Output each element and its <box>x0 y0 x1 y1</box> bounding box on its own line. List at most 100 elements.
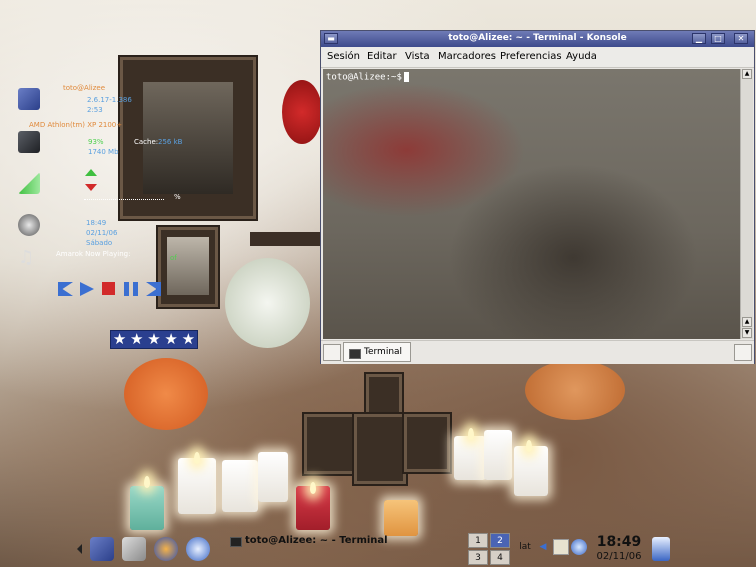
trash-icon[interactable] <box>652 537 670 561</box>
clipboard-icon[interactable] <box>553 539 569 555</box>
menubar: Sesión Editar Vista Marcadores Preferenc… <box>321 47 754 68</box>
pause-icon[interactable] <box>124 282 138 296</box>
sysmon-clock-date: 02/11/06 <box>86 229 118 237</box>
scroll-up-arrow-icon[interactable]: ▲ <box>742 317 752 327</box>
candle <box>484 430 512 480</box>
panel-hide-arrow-icon[interactable] <box>77 544 82 554</box>
flame <box>468 428 474 440</box>
window-titlebar[interactable]: ▬ toto@Alizee: ~ - Terminal - Konsole ▁ … <box>321 31 754 47</box>
menu-editar[interactable]: Editar <box>367 51 397 62</box>
terminal-prompt: toto@Alizee:~$ <box>326 72 409 83</box>
flame <box>526 440 532 452</box>
sysmon-net-percent: % <box>174 193 181 201</box>
sysmon-kernel: 2.6.17-1.386 <box>87 96 132 104</box>
browser-icon[interactable] <box>154 537 178 561</box>
music-note-icon: ♫ <box>18 247 35 268</box>
candle <box>514 446 548 496</box>
terminal-area[interactable]: toto@Alizee:~$ <box>323 69 740 339</box>
flower-white <box>225 258 310 348</box>
candle <box>222 460 258 512</box>
taskbar-button-terminal[interactable]: toto@Alizee: ~ - Terminal <box>218 531 388 551</box>
menu-ayuda[interactable]: Ayuda <box>566 51 597 62</box>
close-tab-button[interactable] <box>734 344 752 361</box>
maximize-button[interactable]: □ <box>711 33 725 44</box>
keyboard-layout-indicator[interactable]: lat <box>517 539 533 555</box>
terminal-icon <box>349 349 361 359</box>
clock-time: 18:49 <box>596 534 642 550</box>
download-arrow-icon <box>85 184 97 191</box>
sysmon-cpu-model: AMD Athlon(tm) XP 2100+ <box>29 121 123 129</box>
stop-icon[interactable] <box>102 282 115 295</box>
altar-photo-2 <box>304 414 356 474</box>
menu-vista[interactable]: Vista <box>405 51 430 62</box>
star-icon[interactable]: ★ <box>113 332 126 347</box>
star-icon[interactable]: ★ <box>164 332 177 347</box>
new-tab-button[interactable] <box>323 344 341 361</box>
tab-terminal[interactable]: Terminal <box>343 342 411 362</box>
scroll-up-arrow-icon[interactable]: ▲ <box>742 69 752 79</box>
previous-track-icon[interactable] <box>58 282 73 296</box>
pager-desktop-2[interactable]: 2 <box>490 533 510 548</box>
now-playing-label: Amarok Now Playing: <box>56 250 131 258</box>
candle <box>178 458 216 514</box>
sysmon-cache-label: Cache: <box>134 138 159 146</box>
star-icon[interactable]: ★ <box>130 332 143 347</box>
scroll-down-arrow-icon[interactable]: ▼ <box>742 328 752 338</box>
window-title: toto@Alizee: ~ - Terminal - Konsole <box>448 33 627 43</box>
flame <box>310 482 316 494</box>
sysmon-uptime: 2:53 <box>87 106 103 114</box>
network-globe-icon[interactable] <box>571 539 587 555</box>
pager-desktop-1[interactable]: 1 <box>468 533 488 548</box>
pager-desktop-3[interactable]: 3 <box>468 550 488 565</box>
sysmon-mem-used: 1740 Mb <box>88 148 119 156</box>
menu-preferencias[interactable]: Preferencias <box>500 51 562 62</box>
konqueror-icon[interactable] <box>186 537 210 561</box>
star-icon[interactable]: ★ <box>182 332 195 347</box>
small-photo-frame <box>158 227 218 307</box>
panel-clock[interactable]: 18:49 02/11/06 <box>594 534 644 562</box>
text-cursor <box>403 72 409 82</box>
konsole-window[interactable]: ▬ toto@Alizee: ~ - Terminal - Konsole ▁ … <box>320 30 755 364</box>
sysmon-cache-value: 256 kB <box>158 138 183 146</box>
candle <box>454 436 486 480</box>
terminal-icon <box>230 537 242 547</box>
pager-desktop-4[interactable]: 4 <box>490 550 510 565</box>
clock-date: 02/11/06 <box>596 551 642 562</box>
altar-photo-1 <box>366 374 402 416</box>
net-progress-bar <box>84 199 164 204</box>
network-bars-icon <box>18 172 40 194</box>
scrollbar[interactable]: ▲ ▲ ▼ <box>740 69 753 339</box>
rating-stars[interactable]: ★ ★ ★ ★ ★ <box>110 330 198 349</box>
sysmon-clock-extra: Sábado <box>86 239 113 247</box>
minimize-button[interactable]: ▁ <box>692 33 706 44</box>
star-icon[interactable]: ★ <box>147 332 160 347</box>
flame <box>194 452 200 464</box>
flower-orange-right <box>525 360 625 420</box>
altar-photo-3 <box>354 414 406 484</box>
track-title: of <box>170 254 177 262</box>
terminal-background <box>323 69 740 339</box>
play-icon[interactable] <box>80 282 94 296</box>
sysmon-cpu-percent: 93% <box>88 138 104 146</box>
flower-red <box>282 80 322 144</box>
tab-bar: Terminal <box>321 340 754 364</box>
show-desktop-icon[interactable] <box>122 537 146 561</box>
speaker-icon[interactable]: ◀ <box>535 539 551 555</box>
sysmon-username: toto@Alizee <box>63 84 106 92</box>
flame <box>144 476 150 488</box>
kde-menu-icon[interactable] <box>90 537 114 561</box>
next-track-icon[interactable] <box>146 282 161 296</box>
menu-marcadores[interactable]: Marcadores <box>438 51 496 62</box>
kde-logo-icon <box>18 88 40 110</box>
clock-icon <box>18 214 40 236</box>
desktop-pager: 1 2 3 4 <box>468 533 512 567</box>
close-button[interactable]: ✕ <box>734 33 748 44</box>
tab-label: Terminal <box>364 347 403 357</box>
altar-photo-4 <box>404 414 450 472</box>
menu-sesion[interactable]: Sesión <box>327 51 360 62</box>
prompt-text: toto@Alizee:~$ <box>326 72 402 83</box>
shelf <box>250 232 320 246</box>
sysmon-clock-time: 18:49 <box>86 219 107 227</box>
candle <box>384 500 418 536</box>
upload-arrow-icon <box>85 169 97 176</box>
